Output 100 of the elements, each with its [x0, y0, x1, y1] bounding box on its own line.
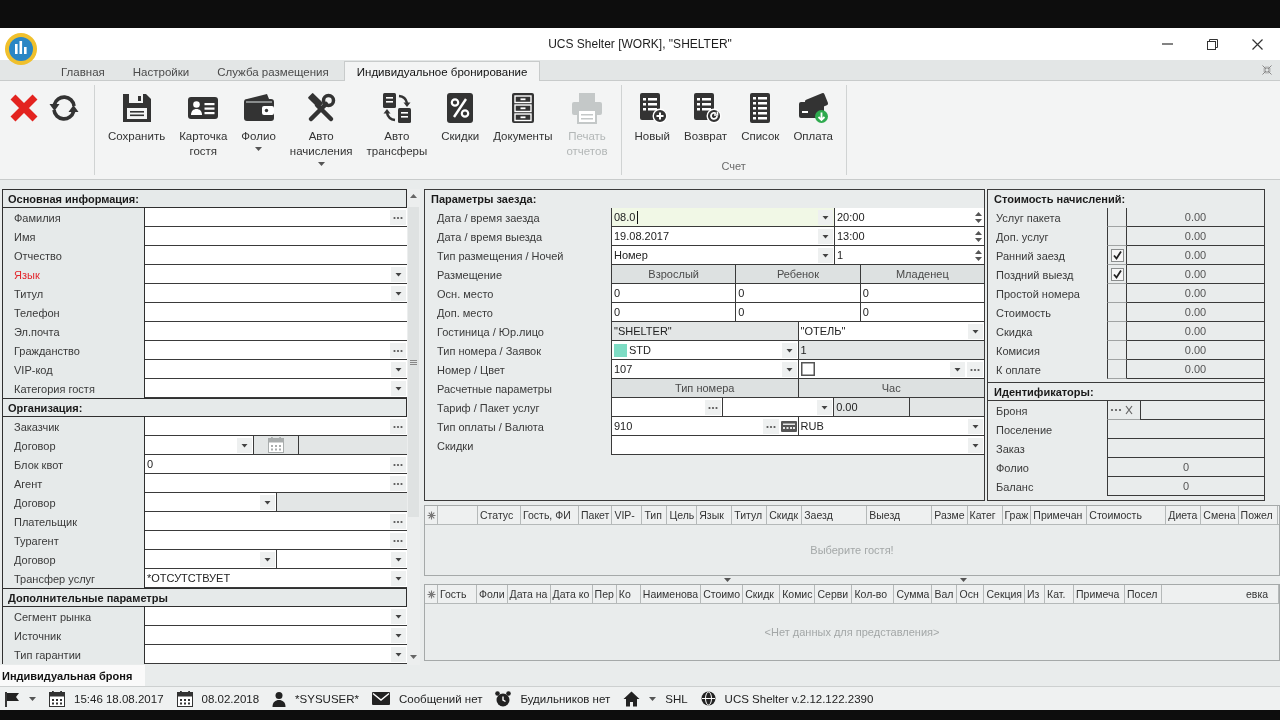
dropdown-field[interactable]: [145, 550, 276, 569]
ellipsis-icon[interactable]: [967, 361, 983, 377]
dropdown-field[interactable]: [145, 645, 407, 664]
asterisk-icon[interactable]: [426, 589, 436, 599]
payment-button[interactable]: Оплата: [786, 92, 840, 144]
column-header[interactable]: Гость, ФИ: [521, 506, 579, 524]
arrow-down-icon[interactable]: [410, 655, 417, 659]
dropdown-field[interactable]: [612, 436, 984, 455]
lookup-field[interactable]: [612, 398, 723, 417]
lookup-field[interactable]: [145, 417, 407, 436]
ellipsis-icon[interactable]: [390, 418, 406, 434]
column-header[interactable]: евка: [1244, 585, 1279, 603]
identifier-field[interactable]: 0: [1107, 458, 1264, 477]
column-header[interactable]: Фоли: [477, 585, 508, 603]
ellipsis-icon[interactable]: [390, 532, 406, 548]
lookup-field[interactable]: [145, 531, 407, 550]
column-header[interactable]: Серви: [815, 585, 853, 603]
dropdown-field[interactable]: [145, 436, 253, 455]
column-header[interactable]: Катег: [967, 506, 1003, 524]
column-header[interactable]: Ко: [616, 585, 641, 603]
text-field[interactable]: 0: [612, 303, 736, 322]
checkbox-cell[interactable]: [1107, 284, 1127, 303]
dropdown-field[interactable]: 107: [612, 360, 798, 379]
column-header[interactable]: VIP-: [612, 506, 643, 524]
column-header[interactable]: Пер: [592, 585, 617, 603]
lookup-field[interactable]: [145, 341, 407, 360]
text-field[interactable]: [145, 322, 407, 341]
checkbox-cell[interactable]: [1107, 322, 1127, 341]
ribbon-tab[interactable]: Настройки: [119, 61, 203, 81]
column-header[interactable]: Вал: [932, 585, 958, 603]
column-header[interactable]: Стоимо: [701, 585, 744, 603]
guest-card-button[interactable]: Карточка гостя: [172, 92, 235, 159]
text-field[interactable]: [145, 303, 407, 322]
spinner-arrows-icon[interactable]: [974, 228, 983, 244]
ellipsis-icon[interactable]: [705, 399, 722, 415]
invoice-list-button[interactable]: Список: [734, 92, 787, 144]
column-header[interactable]: Сумма: [894, 585, 933, 603]
dropdown-field[interactable]: Номер: [612, 246, 834, 265]
dropdown-field[interactable]: [145, 626, 407, 645]
scrollbar-thumb[interactable]: [408, 207, 419, 517]
spinner-arrows-icon[interactable]: [974, 247, 983, 263]
text-field[interactable]: 0: [735, 284, 860, 303]
auto-charges-button[interactable]: Авто начисления: [282, 92, 360, 166]
column-header[interactable]: Примеча: [1074, 585, 1126, 603]
ellipsis-icon[interactable]: [390, 513, 406, 529]
lookup-field[interactable]: [145, 474, 407, 493]
identifier-field[interactable]: [1140, 401, 1264, 420]
column-header[interactable]: Заезд: [802, 506, 868, 524]
checkbox-cell[interactable]: [1107, 227, 1127, 246]
text-field[interactable]: 0: [735, 303, 860, 322]
close-icon[interactable]: [1252, 38, 1263, 50]
ellipsis-icon[interactable]: [390, 342, 406, 358]
column-header[interactable]: Смена: [1201, 506, 1239, 524]
ellipsis-icon[interactable]: [390, 209, 406, 225]
column-header[interactable]: Цель: [667, 506, 698, 524]
spin-field[interactable]: 20:00: [834, 208, 984, 227]
caret-down-icon[interactable]: [724, 578, 731, 582]
column-header[interactable]: Посел: [1125, 585, 1163, 603]
spin-field[interactable]: 13:00: [834, 227, 984, 246]
dropdown-field[interactable]: *ОТСУТСТВУЕТ: [145, 569, 407, 588]
ribbon-tab[interactable]: Служба размещения: [204, 61, 342, 81]
readonly-field[interactable]: [275, 493, 407, 512]
identifier-field[interactable]: [1107, 439, 1264, 458]
lookup-field[interactable]: [145, 512, 407, 531]
spinner-arrows-icon[interactable]: [974, 209, 983, 225]
dropdown-field[interactable]: 19.08.2017: [612, 227, 834, 246]
column-header[interactable]: Из: [1025, 585, 1046, 603]
column-header[interactable]: Скидк: [767, 506, 803, 524]
home-icon[interactable]: [623, 690, 641, 707]
flag-icon[interactable]: [4, 690, 20, 707]
dropdown-field[interactable]: 08.0: [612, 208, 834, 227]
column-header[interactable]: Язык: [697, 506, 733, 524]
text-field[interactable]: 0: [859, 303, 984, 322]
lookup-field[interactable]: 0: [145, 455, 407, 474]
identifier-field[interactable]: [1107, 420, 1264, 439]
dropdown-field[interactable]: STD: [612, 341, 798, 360]
card-icon[interactable]: [780, 420, 797, 432]
readonly-field[interactable]: 0.00: [833, 398, 909, 417]
checkbox-cell[interactable]: [1107, 360, 1127, 379]
column-header[interactable]: Пакет: [579, 506, 613, 524]
column-header[interactable]: Комис: [780, 585, 816, 603]
shrink-icon[interactable]: [1262, 65, 1272, 75]
restore-icon[interactable]: [1207, 38, 1218, 50]
readonly-field[interactable]: [908, 398, 984, 417]
dropdown-field[interactable]: [275, 550, 407, 569]
checkbox-cell[interactable]: [1107, 341, 1127, 360]
lookup-field[interactable]: 910: [612, 417, 798, 436]
readonly-field[interactable]: "SHELTER": [612, 322, 798, 341]
clear-icon[interactable]: [1125, 405, 1133, 415]
color-picker-field[interactable]: [797, 360, 984, 379]
column-header[interactable]: Кат.: [1045, 585, 1075, 603]
checkbox-cell[interactable]: [1107, 208, 1127, 227]
refresh-icon[interactable]: [48, 92, 80, 124]
column-header[interactable]: Примечан: [1031, 506, 1088, 524]
column-header[interactable]: Осн: [957, 585, 985, 603]
new-invoice-button[interactable]: Новый: [627, 92, 677, 144]
refund-button[interactable]: Возврат: [677, 92, 735, 144]
discounts-button[interactable]: Скидки: [434, 92, 487, 144]
caret-down-icon[interactable]: [649, 696, 657, 701]
dropdown-field[interactable]: [145, 284, 407, 303]
